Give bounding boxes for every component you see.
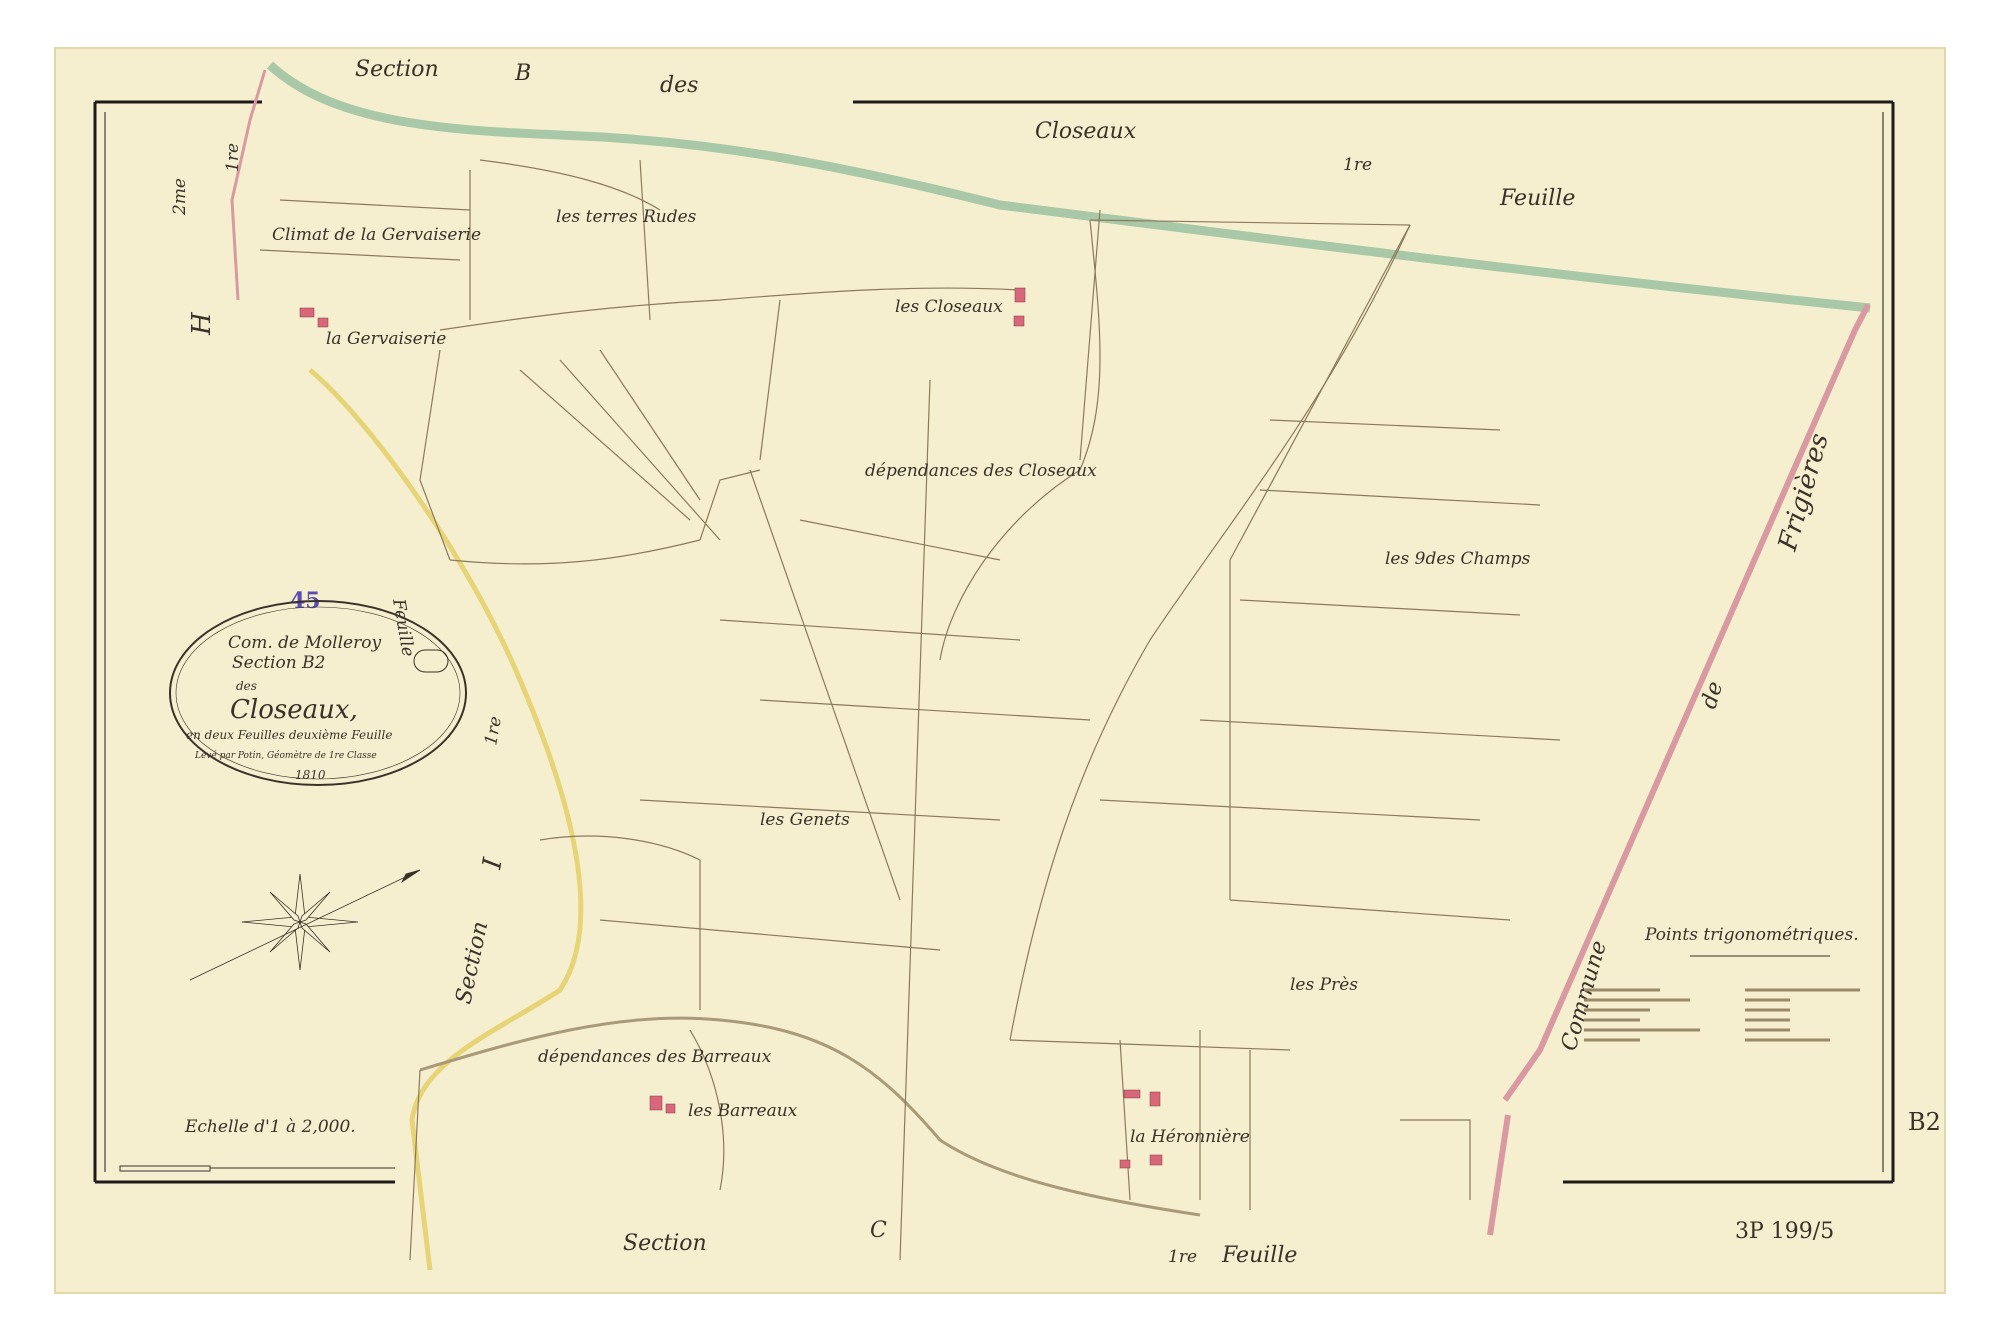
cartouche-des: des [236, 679, 257, 693]
place-climat-gervaiserie: Climat de la Gervaiserie [272, 225, 481, 245]
place-dependances-closeaux: dépendances des Closeaux [865, 461, 1097, 481]
cartouche-section: Section B2 [232, 653, 325, 673]
place-genets: les Genets [760, 810, 850, 830]
section-left-letter: H [187, 311, 217, 336]
section-bottom-label: Section [623, 1231, 707, 1256]
place-pres: les Près [1290, 975, 1358, 995]
des-top-label: des [660, 73, 698, 98]
section-left-num2: 1re [223, 143, 243, 172]
trig-title: Points trigonométriques. [1644, 925, 1859, 945]
place-barreaux: les Barreaux [688, 1101, 798, 1121]
place-dependances-barreaux: dépendances des Barreaux [538, 1047, 772, 1067]
cartouche-commune: Com. de Molleroy [228, 633, 381, 653]
place-gervaiserie: la Gervaiserie [326, 329, 446, 349]
section-top-label: Section [355, 57, 439, 82]
section-top-letter: B [514, 61, 531, 86]
map-canvas: Section B des Closeaux 1re Feuille H 2me… [54, 47, 1946, 1294]
closeaux-top-label: Closeaux [1035, 119, 1137, 144]
cartouche-year: 1810 [295, 768, 326, 782]
feuille-top-num: 1re [1343, 155, 1372, 175]
place-heronniere: la Héronnière [1130, 1127, 1250, 1147]
cartouche-feuilles: en deux Feuilles deuxième Feuille [186, 728, 392, 742]
place-closeaux: les Closeaux [895, 297, 1003, 317]
section-bottom-letter: C [870, 1218, 887, 1243]
archive-reference: 3P 199/5 [1735, 1219, 1834, 1244]
scale-label: Echelle d'1 à 2,000. [184, 1117, 356, 1137]
cadastral-map: Section B des Closeaux 1re Feuille H 2me… [0, 0, 2000, 1313]
section-left-num: 2me [170, 178, 190, 216]
feuille-bottom-label: Feuille [1221, 1243, 1297, 1268]
feuille-top-label: Feuille [1499, 186, 1575, 211]
feuille-bottom-num: 1re [1168, 1247, 1197, 1267]
place-grands-champs: les 9des Champs [1385, 549, 1531, 569]
place-terres-rudes: les terres Rudes [556, 207, 697, 227]
cartouche-leve: Levé par Potin, Géomètre de 1re Classe [194, 750, 377, 761]
sheet-mark: B2 [1908, 1108, 1941, 1136]
cartouche-title: Closeaux, [230, 695, 358, 725]
